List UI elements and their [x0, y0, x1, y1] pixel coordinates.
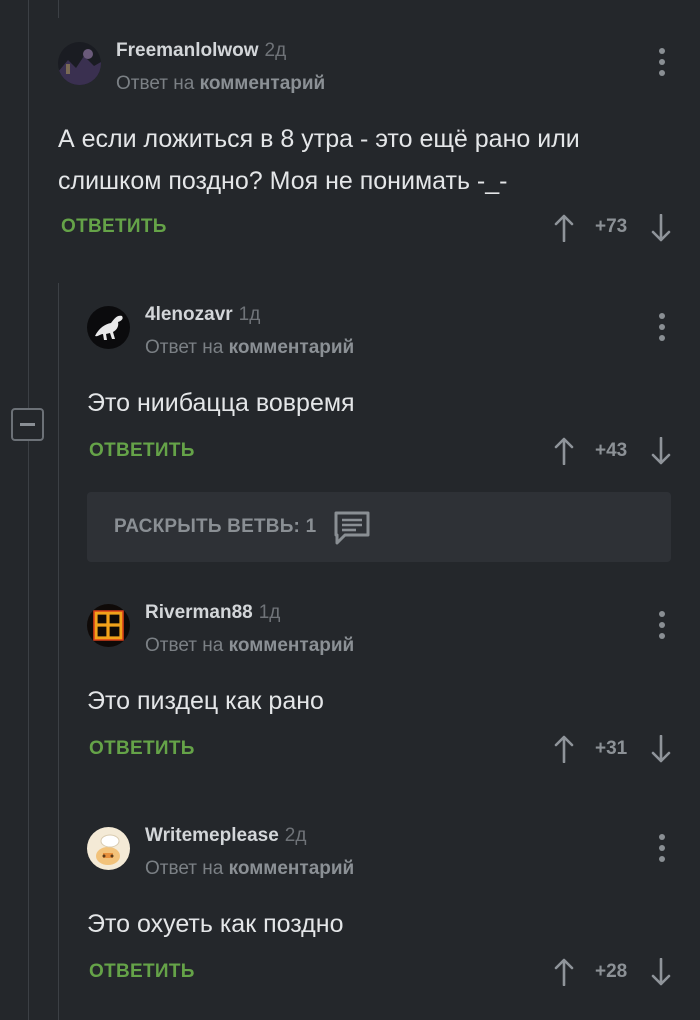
expand-branch-label: РАСКРЫТЬ ВЕТВЬ: 1 [114, 516, 317, 537]
comment-4lenozavr: 4lenozavr 1д Ответ на комментарий Это нии… [87, 304, 700, 476]
avatar[interactable] [58, 42, 101, 85]
comment-text: Это охуеть как поздно [87, 903, 343, 945]
comment-text: А если ложиться в 8 утра - это ещё рано … [58, 118, 580, 202]
downvote-arrow-icon[interactable] [651, 214, 671, 242]
dark-landscape-avatar-icon [58, 42, 101, 85]
reply-to-link[interactable]: комментарий [229, 858, 355, 879]
downvote-arrow-icon[interactable] [651, 437, 671, 465]
expand-branch-button[interactable]: РАСКРЫТЬ ВЕТВЬ: 1 [87, 492, 671, 562]
reply-to-link[interactable]: комментарий [229, 635, 355, 656]
comment-text-line: Это пиздец как рано [87, 687, 324, 715]
avatar[interactable] [87, 827, 130, 870]
comment-author[interactable]: Freemanlolwow 2д [116, 40, 286, 62]
thread-line-root [28, 0, 29, 1020]
avatar[interactable] [87, 604, 130, 647]
comment-text: Это пиздец как рано [87, 680, 324, 722]
upvote-arrow-icon[interactable] [554, 214, 574, 242]
reply-to-line: Ответ на комментарий [116, 73, 326, 94]
comment-rating: +43 [595, 440, 628, 461]
comment-writemeplease: Writemeplease 2д Ответ на комментарий Это… [87, 825, 700, 997]
upvote-arrow-icon[interactable] [554, 437, 574, 465]
downvote-arrow-icon[interactable] [651, 735, 671, 763]
reply-button[interactable]: ОТВЕТИТЬ [89, 961, 195, 983]
more-options-icon[interactable] [658, 834, 666, 864]
reply-to-link[interactable]: комментарий [229, 337, 355, 358]
comment-text-line: А если ложиться в 8 утра - это ещё рано … [58, 125, 580, 153]
comment-rating: +28 [595, 961, 628, 982]
collapse-thread-button[interactable] [11, 408, 44, 441]
more-options-icon[interactable] [658, 313, 666, 343]
reply-button[interactable]: ОТВЕТИТЬ [89, 440, 195, 462]
thread-line-nested [58, 283, 59, 1020]
comment-text: Это ниибацца вовремя [87, 382, 355, 424]
comment-riverman88: Riverman88 1д Ответ на комментарий Это пи… [87, 602, 700, 774]
comment-author[interactable]: Riverman88 1д [145, 602, 280, 624]
comment-time: 1д [238, 304, 261, 325]
more-options-icon[interactable] [658, 48, 666, 78]
rammstein-logo-avatar-icon [87, 604, 130, 647]
comment-freemanlolwow: Freemanlolwow 2д Ответ на комментарий А е… [58, 40, 700, 252]
reply-to-line: Ответ на комментарий [145, 635, 355, 656]
comment-rating: +73 [595, 216, 628, 237]
comment-time: 1д [258, 602, 281, 623]
comment-rating: +31 [595, 738, 628, 759]
comment-icon [333, 510, 371, 546]
reply-to-link[interactable]: комментарий [200, 73, 326, 94]
more-options-icon[interactable] [658, 611, 666, 641]
comment-author[interactable]: 4lenozavr 1д [145, 304, 260, 326]
comment-author[interactable]: Writemeplease 2д [145, 825, 306, 847]
comment-text-line: слишком поздно? Моя не понимать -_- [58, 167, 508, 195]
upvote-arrow-icon[interactable] [554, 735, 574, 763]
comment-time: 2д [264, 40, 287, 61]
downvote-arrow-icon[interactable] [651, 958, 671, 986]
comment-time: 2д [284, 825, 307, 846]
reply-button[interactable]: ОТВЕТИТЬ [89, 738, 195, 760]
upvote-arrow-icon[interactable] [554, 958, 574, 986]
avatar[interactable] [87, 306, 130, 349]
comment-text-line: Это ниибацца вовремя [87, 389, 355, 417]
cartoon-avatar-icon [87, 827, 130, 870]
reply-button[interactable]: ОТВЕТИТЬ [61, 216, 167, 238]
reply-to-line: Ответ на комментарий [145, 858, 355, 879]
comments-page: Freemanlolwow 2д Ответ на комментарий А е… [0, 0, 700, 1020]
dinosaur-avatar-icon [87, 306, 130, 349]
comment-text-line: Это охуеть как поздно [87, 910, 344, 938]
reply-to-line: Ответ на комментарий [145, 337, 355, 358]
thread-line-top [58, 0, 59, 18]
